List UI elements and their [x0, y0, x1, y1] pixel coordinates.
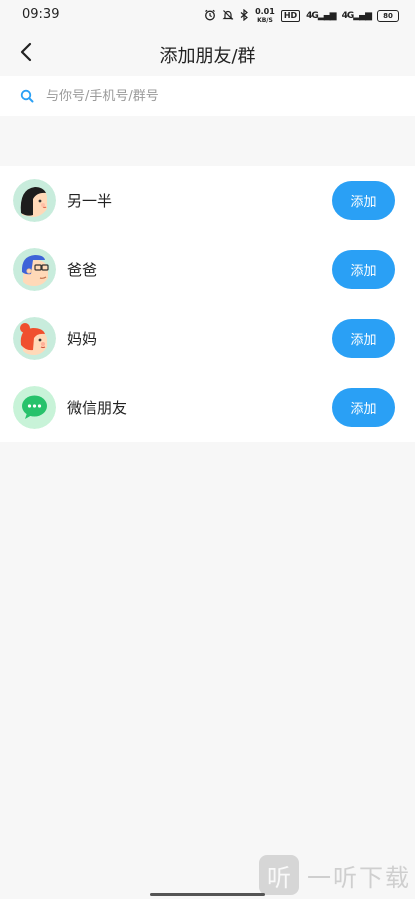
contact-label: 微信朋友 — [67, 399, 128, 417]
home-indicator[interactable] — [150, 893, 265, 896]
search-bar[interactable] — [0, 76, 415, 116]
list-item: 妈妈 添加 — [0, 304, 415, 373]
hd-badge: HD — [280, 10, 301, 22]
search-input[interactable] — [46, 88, 386, 104]
nav-bar: 添加朋友/群 — [0, 32, 415, 76]
contact-label: 爸爸 — [67, 261, 98, 279]
network-speed-value: 0.01 — [255, 6, 275, 16]
status-time: 09:39 — [22, 7, 60, 22]
network-speed: 0.01 KB/S — [255, 6, 275, 25]
man-glasses-avatar — [13, 248, 56, 291]
watermark: 听 一听下载 — [259, 855, 411, 895]
signal-1: 4G▂▄▆ — [306, 11, 336, 21]
battery-icon: 80 — [377, 10, 399, 22]
bluetooth-icon — [240, 8, 249, 24]
signal-2: 4G▂▄▆ — [341, 11, 372, 21]
contact-label: 妈妈 — [67, 330, 98, 348]
add-button[interactable]: 添加 — [332, 388, 395, 427]
watermark-text: 一听下载 — [307, 863, 411, 892]
search-icon — [19, 88, 35, 104]
red-hair-woman-avatar — [13, 317, 56, 360]
network-speed-unit: KB/S — [257, 16, 273, 24]
contact-list: 另一半 添加 爸爸 添加 妈妈 添加 微信朋友 添加 — [0, 166, 415, 442]
contact-label: 另一半 — [67, 192, 113, 210]
alarm-icon — [204, 9, 216, 24]
add-button[interactable]: 添加 — [332, 250, 395, 289]
list-item: 微信朋友 添加 — [0, 373, 415, 442]
woman-avatar — [13, 179, 56, 222]
status-bar: 09:39 0.01 KB/S HD 4G▂▄▆ 4G▂▄▆ 80 — [0, 0, 415, 32]
mute-bell-icon — [222, 9, 234, 24]
list-item: 另一半 添加 — [0, 166, 415, 235]
list-item: 爸爸 添加 — [0, 235, 415, 304]
add-button[interactable]: 添加 — [332, 319, 395, 358]
watermark-logo: 听 — [259, 855, 299, 895]
add-button[interactable]: 添加 — [332, 181, 395, 220]
status-icons: 0.01 KB/S HD 4G▂▄▆ 4G▂▄▆ 80 — [204, 7, 399, 25]
wechat-icon — [13, 386, 56, 429]
page-title: 添加朋友/群 — [159, 46, 256, 67]
